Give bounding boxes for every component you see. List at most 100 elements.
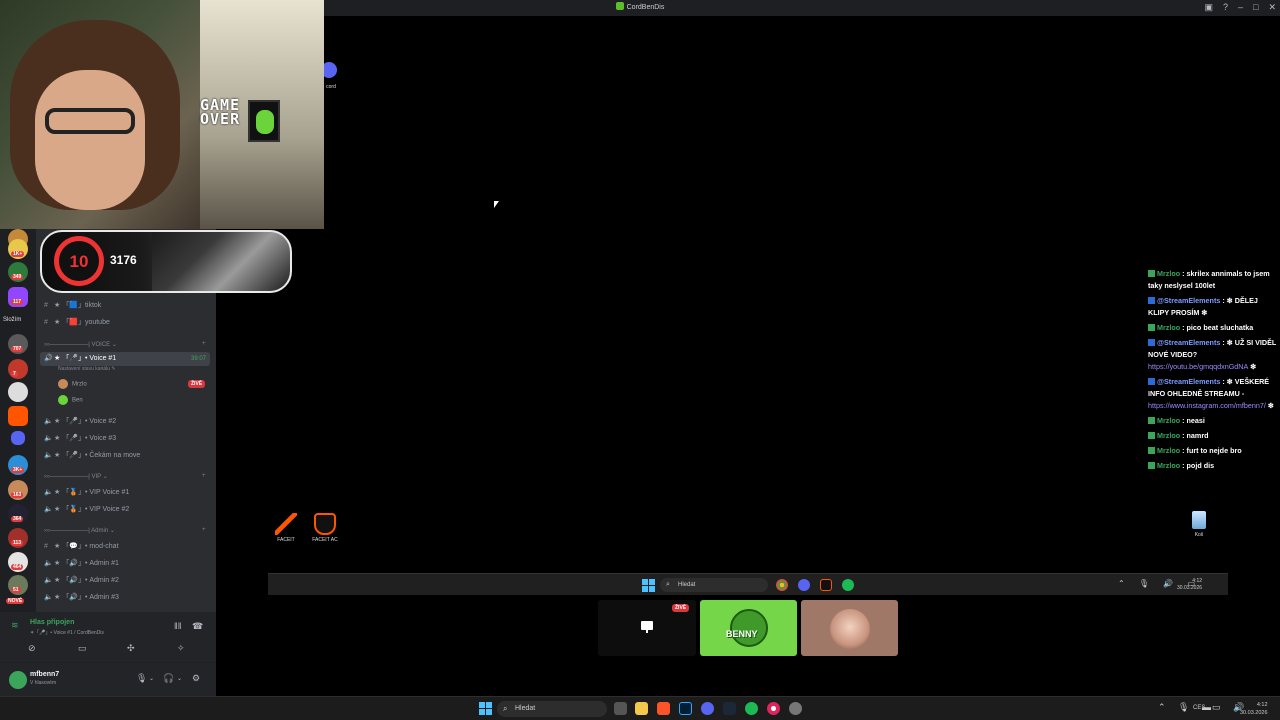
taskbar-search[interactable]: ⌕ Hledat [660, 578, 768, 592]
channel-cekam[interactable]: 🔈★ 「🎤」• Čekám na move [44, 450, 140, 460]
channel-admin-1[interactable]: 🔈★ 「🔊」• Admin #1 [44, 558, 119, 568]
user-name[interactable]: mfbenn7 [30, 671, 59, 678]
soundboard-icon[interactable]: ✧ [177, 643, 185, 654]
maximize-button[interactable]: □ [1253, 2, 1258, 13]
taskbar-clock[interactable]: 4:12 30.03.2026 [1240, 701, 1268, 717]
photoshop-icon[interactable] [679, 702, 692, 715]
add-channel-icon[interactable]: + [202, 527, 206, 533]
windows-start-icon[interactable] [642, 579, 655, 592]
participant-tile-benny[interactable]: BENNY [700, 600, 797, 656]
chat-message: Mrzloo : pojd dis [1148, 460, 1280, 472]
user-avatar[interactable] [9, 671, 27, 689]
hash-icon: # [44, 302, 48, 309]
speaker-icon: 🔈 [44, 560, 53, 567]
help-icon[interactable]: ? [1223, 2, 1228, 13]
channel-admin-3[interactable]: 🔈★ 「🔊」• Admin #3 [44, 592, 119, 602]
signal-icon[interactable]: ≋ [11, 620, 19, 631]
windows-start-icon[interactable] [479, 702, 492, 715]
category-voice[interactable]: ›››─────────| VOICE ⌄ + [44, 341, 206, 348]
camera-off-icon[interactable]: ⊘ [28, 643, 36, 654]
chat-link[interactable]: https://youtu.be/gmqqdxnGdNA [1148, 362, 1248, 371]
channel-voice-3[interactable]: 🔈★ 「🎤」• Voice #3 [44, 433, 116, 443]
channel-vip-1[interactable]: 🔈★ 「🥉」• VIP Voice #1 [44, 487, 129, 497]
steam-icon[interactable] [723, 702, 736, 715]
screen-share-icon[interactable]: ▭ [78, 643, 87, 654]
voice-member[interactable]: Ben [58, 395, 83, 405]
minimize-button[interactable]: – [1238, 2, 1243, 13]
channel-tiktok[interactable]: # ★ 「🟦」tiktok [44, 300, 101, 310]
voice-status-title[interactable]: Hlas připojen [30, 619, 74, 626]
channel-vip-2[interactable]: 🔈★ 「🥉」• VIP Voice #2 [44, 504, 129, 514]
star-icon: ★ [54, 489, 63, 496]
server-icon[interactable] [8, 406, 28, 426]
speaker-icon: 🔈 [44, 418, 53, 425]
noise-suppression-icon[interactable]: ǁǁ [174, 621, 181, 631]
discord-icon[interactable] [701, 702, 714, 715]
user-badge-icon [1148, 339, 1155, 346]
channel-label: 「🥉」• VIP Voice #1 [62, 489, 130, 496]
faceit-desktop-icon[interactable]: FACEIT [273, 513, 299, 543]
channel-status-setting[interactable]: Nastavení stavu kanálu ✎ [58, 366, 116, 372]
channel-voice-2[interactable]: 🔈★ 「🎤」• Voice #2 [44, 416, 116, 426]
brave-browser-icon[interactable] [657, 702, 670, 715]
chat-message: Mrzloo : skrilex annimals to jsem taky n… [1148, 269, 1270, 290]
taskbar-clock[interactable]: 4:12 30.03.2026 [1177, 578, 1202, 592]
recycle-bin-label: Koš [1194, 532, 1204, 538]
voice-status-channel[interactable]: ✶「🎤」• Voice #1 / CordBenDis [30, 629, 104, 636]
voice-member[interactable]: Mrzlo [58, 379, 87, 389]
user-status: V hlasovém [30, 680, 57, 686]
participant-avatar [830, 609, 870, 649]
participant-tile-camera[interactable] [801, 600, 898, 656]
category-vip[interactable]: ›››─────────| VIP ⌄ + [44, 473, 206, 480]
spotify-icon[interactable] [842, 579, 854, 591]
app-icon[interactable] [767, 702, 780, 715]
star-icon: ★ [54, 577, 63, 584]
screen-share-tile[interactable]: ŽIVĚ [598, 600, 696, 656]
chat-message: @StreamElements : ❇ DĚLEJ KLIPY PROSÍM ❇ [1148, 296, 1258, 317]
system-tray[interactable]: ⌃ 🎙 ▬ [1158, 702, 1216, 713]
category-admin[interactable]: ›››─────────| Admin ⌄ + [44, 527, 206, 534]
search-placeholder: Hledat [515, 705, 536, 712]
channel-mod-chat[interactable]: # ★ 「💬」• mod-chat [44, 541, 119, 551]
chrome-icon[interactable] [776, 579, 788, 591]
channel-label: 「🎤」• Voice #1 [62, 355, 117, 362]
input-language[interactable]: CES [1193, 705, 1205, 711]
activities-icon[interactable]: ✣ [127, 643, 135, 654]
settings-gear-icon[interactable] [789, 702, 802, 715]
channel-admin-2[interactable]: 🔈★ 「🔊」• Admin #2 [44, 575, 119, 585]
chat-username: Mrzloo [1157, 446, 1181, 455]
server-icon[interactable] [11, 431, 25, 445]
live-badge: ŽIVĚ [188, 380, 206, 388]
speaker-icon: 🔈 [44, 452, 53, 459]
recycle-bin-desktop-icon[interactable]: Koš [1187, 511, 1211, 538]
server-badge: 7 [11, 371, 18, 377]
chat-link[interactable]: https://www.instagram.com/mfbenn7/ [1148, 401, 1266, 410]
close-button[interactable]: ✕ [1268, 2, 1276, 13]
hash-icon: # [44, 319, 48, 326]
server-icon[interactable] [8, 382, 28, 402]
star-icon: ★ [54, 594, 63, 601]
chevron-down-icon[interactable]: ⌄ [177, 675, 182, 682]
chat-message: Mrzloo : furt to nejde bro [1148, 445, 1280, 457]
settings-gear-icon[interactable]: ⚙ [192, 673, 200, 684]
inbox-icon[interactable]: ▣ [1204, 2, 1213, 13]
star-icon: ★ [54, 560, 63, 567]
disconnect-icon[interactable]: ☎ [192, 621, 203, 632]
channel-voice-1[interactable]: 🔊★ 「🎤」• Voice #1 39:07 [40, 352, 210, 366]
channel-youtube[interactable]: # ★ 「🟥」youtube [44, 317, 110, 327]
chevron-down-icon[interactable]: ⌄ [149, 675, 154, 682]
chat-text: pojd dis [1186, 461, 1215, 470]
task-view-icon[interactable] [614, 702, 627, 715]
discord-icon[interactable] [798, 579, 810, 591]
taskbar-search[interactable]: ⌕ Hledat [497, 701, 607, 717]
add-channel-icon[interactable]: + [202, 341, 206, 347]
spotify-icon[interactable] [745, 702, 758, 715]
file-explorer-icon[interactable] [635, 702, 648, 715]
server-badge: 1K+ [11, 251, 25, 257]
faceit-icon[interactable] [820, 579, 832, 591]
faceit-ac-desktop-icon[interactable]: FACEIT AC [308, 513, 342, 543]
microphone-icon[interactable]: 🎙 [136, 673, 147, 684]
chat-username: @StreamElements [1157, 377, 1221, 386]
headphones-icon[interactable]: 🎧 [163, 673, 174, 684]
add-channel-icon[interactable]: + [202, 473, 206, 479]
